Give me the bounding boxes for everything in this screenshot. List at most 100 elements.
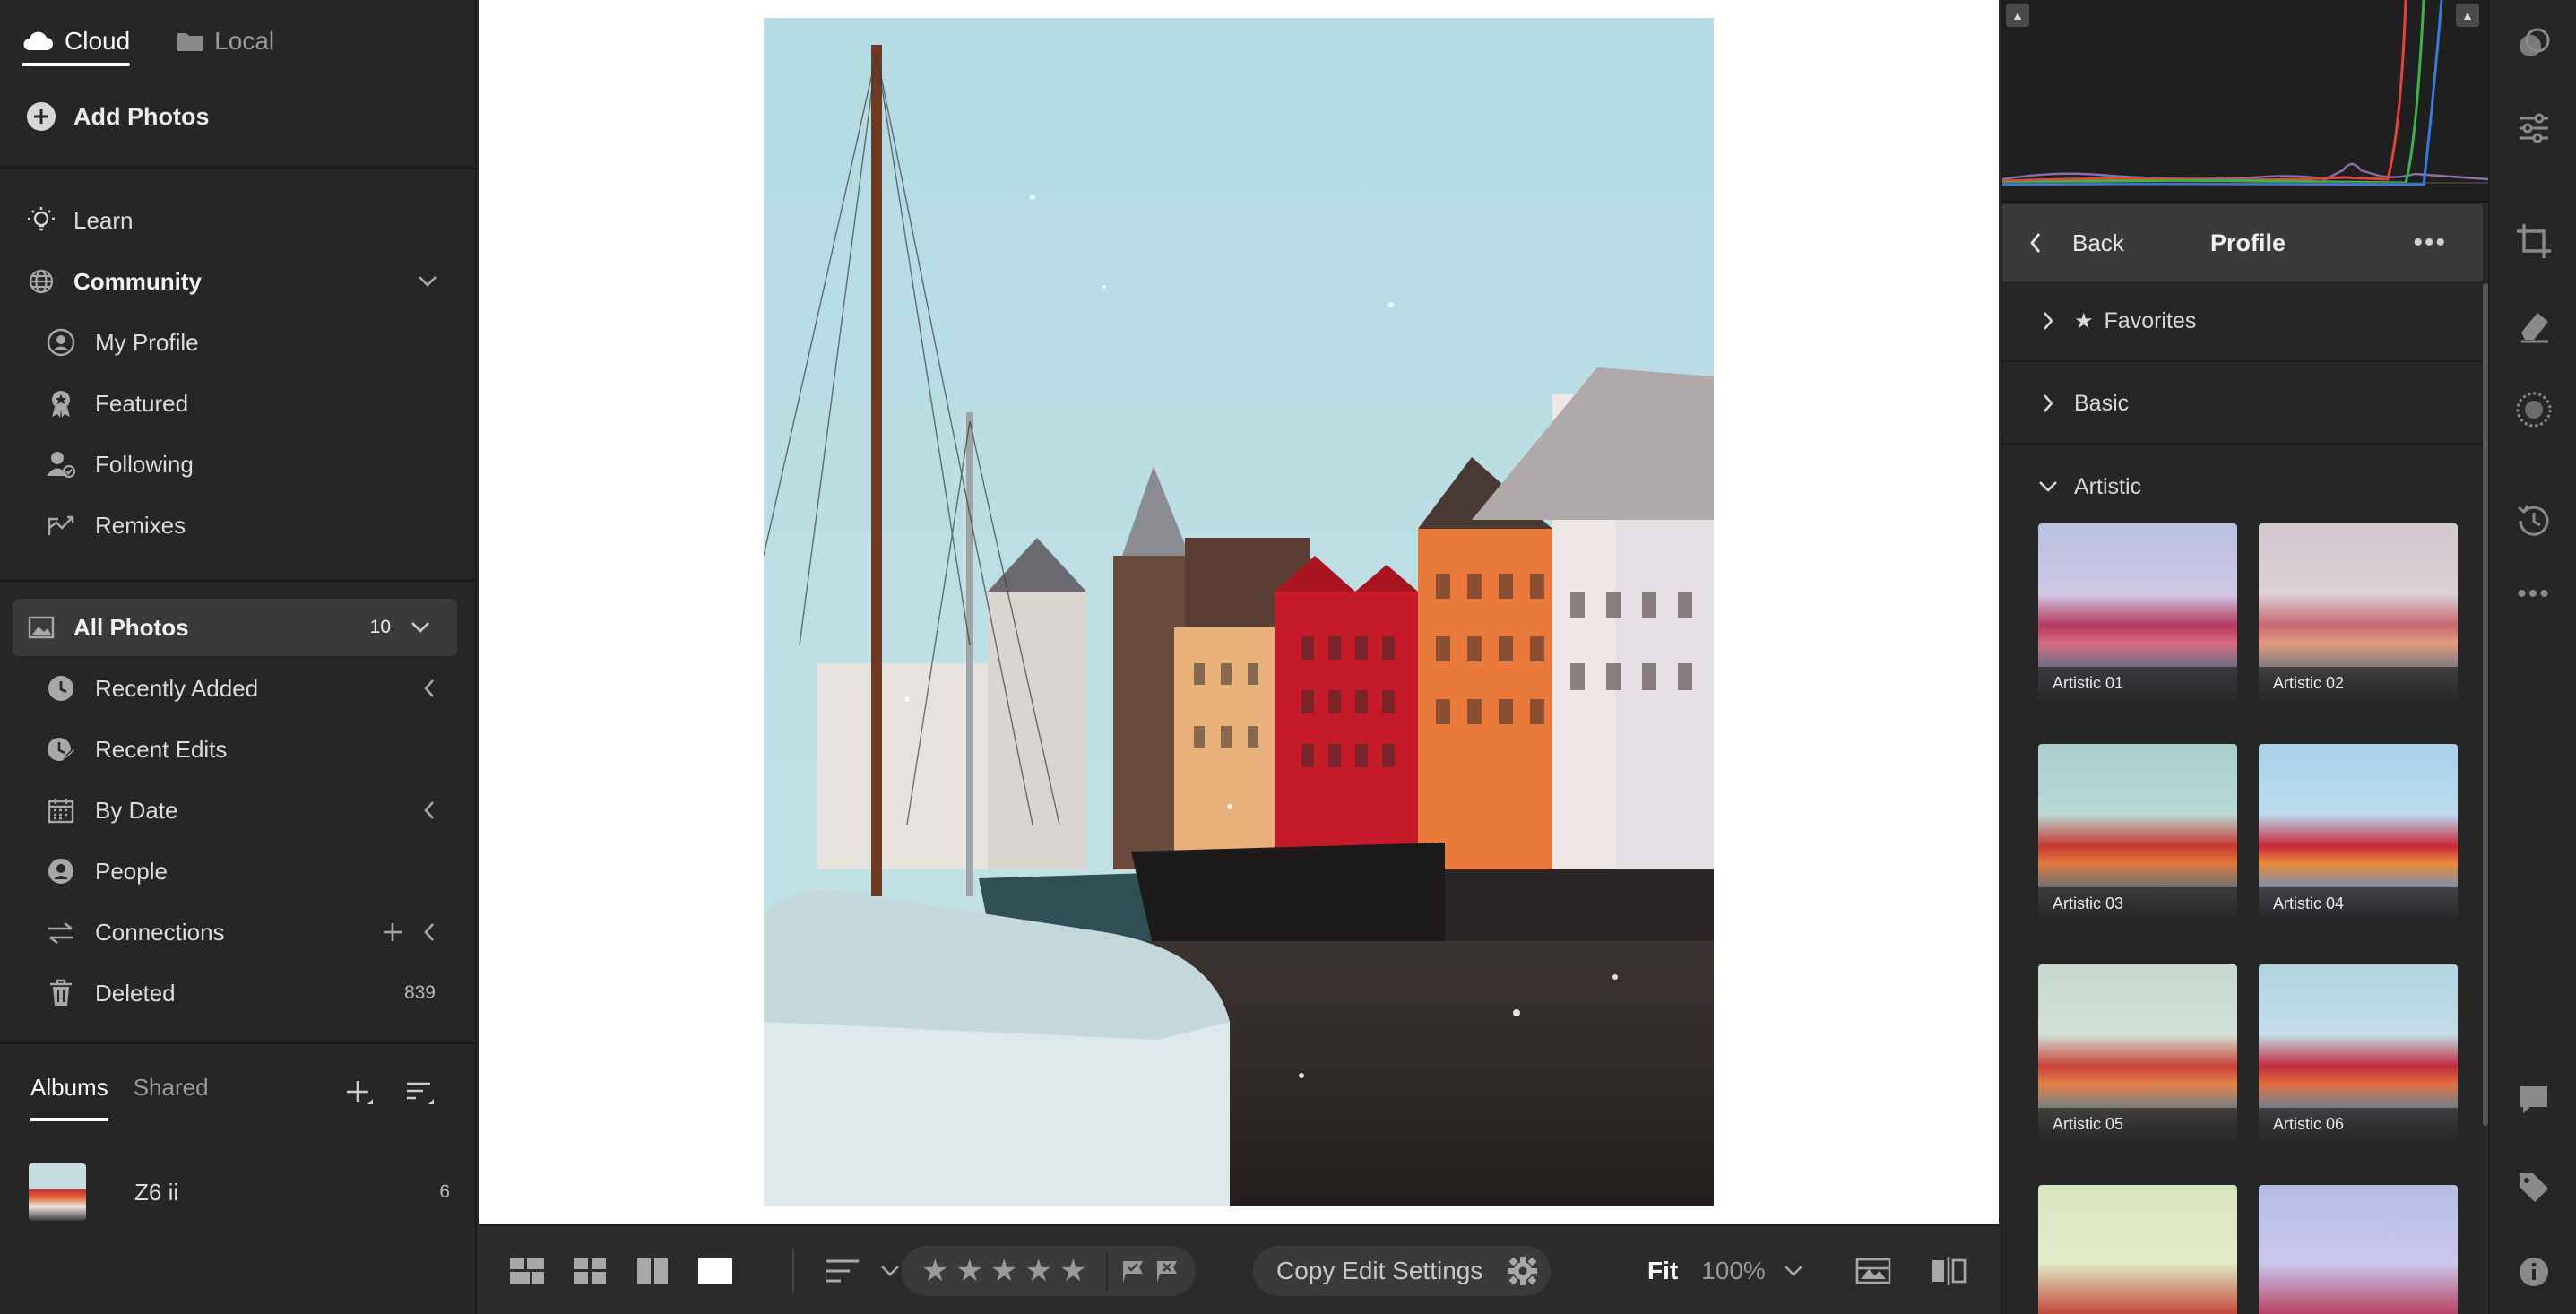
square-grid-icon[interactable]: [572, 1258, 608, 1284]
sidebar-item-label: People: [95, 857, 168, 885]
history-icon: [2518, 505, 2549, 536]
crop-icon: [2517, 224, 2551, 258]
sidebar-item-connections[interactable]: Connections: [0, 903, 475, 961]
compare-view-icon[interactable]: [635, 1258, 670, 1284]
add-circle-icon: [27, 102, 56, 131]
highlight-clipping-toggle[interactable]: ▲: [2456, 4, 2479, 27]
masking-tool[interactable]: [2490, 378, 2576, 441]
gear-icon[interactable]: [1508, 1256, 1538, 1286]
comment-icon: [2520, 1086, 2547, 1113]
sidebar-item-community[interactable]: Community: [0, 253, 475, 310]
zoom-fit-button[interactable]: Fit: [1647, 1257, 1678, 1285]
albums-tabs: Albums Shared: [30, 1074, 209, 1121]
globe-icon: [25, 265, 57, 298]
detail-view-icon[interactable]: [697, 1258, 733, 1284]
shadow-clipping-toggle[interactable]: ▲: [2006, 4, 2029, 27]
sidebar-item-label: All Photos: [73, 613, 189, 641]
reject-flag-icon[interactable]: [1154, 1258, 1180, 1284]
preset-artistic-04[interactable]: Artistic 04: [2259, 744, 2458, 920]
photo-grid-icon[interactable]: [509, 1258, 545, 1284]
sidebar-item-label: Following: [95, 450, 194, 478]
history-tool[interactable]: [2490, 489, 2576, 552]
comments-tool[interactable]: [2490, 1068, 2576, 1131]
back-label: Back: [2072, 229, 2124, 256]
profile-group-favorites[interactable]: ★ Favorites: [2002, 281, 2483, 362]
star-2[interactable]: ★: [955, 1253, 982, 1289]
chevron-down-icon[interactable]: [418, 275, 437, 288]
view-tools-group: [1855, 1226, 1967, 1314]
sidebar-item-label: Recently Added: [95, 674, 259, 702]
view-mode-group: [509, 1226, 733, 1314]
profile-icon: [45, 326, 77, 359]
preset-artistic-06[interactable]: Artistic 06: [2259, 964, 2458, 1140]
sidebar-item-deleted[interactable]: Deleted 839: [0, 964, 475, 1022]
show-original-icon[interactable]: [1855, 1258, 1891, 1284]
profile-group-basic[interactable]: Basic: [2002, 364, 2483, 445]
healing-tool[interactable]: [2490, 294, 2576, 357]
copy-edit-settings-button[interactable]: Copy Edit Settings: [1276, 1257, 1482, 1285]
lightbulb-icon: [25, 204, 57, 237]
edit-tool[interactable]: [2490, 97, 2576, 160]
chevron-left-icon[interactable]: [423, 922, 436, 942]
info-tool[interactable]: [2490, 1241, 2576, 1303]
add-album-icon[interactable]: [346, 1079, 375, 1108]
presets-tool[interactable]: [2490, 13, 2576, 75]
chevron-left-icon: [2030, 233, 2041, 253]
chevron-left-icon[interactable]: [423, 679, 436, 698]
star-1[interactable]: ★: [921, 1253, 948, 1289]
star-4[interactable]: ★: [1024, 1253, 1051, 1289]
sort-icon[interactable]: [405, 1079, 436, 1108]
sidebar-item-label: Deleted: [95, 979, 176, 1007]
chevron-down-icon[interactable]: [880, 1265, 900, 1277]
sort-icon[interactable]: [825, 1258, 860, 1284]
before-after-icon[interactable]: [1931, 1256, 1967, 1286]
star-3[interactable]: ★: [990, 1253, 1017, 1289]
chevron-down-icon[interactable]: [1784, 1265, 1803, 1277]
zoom-level[interactable]: 100%: [1701, 1257, 1766, 1285]
add-connection-icon[interactable]: [382, 921, 403, 943]
keywords-tool[interactable]: [2490, 1156, 2576, 1219]
sidebar-item-following[interactable]: Following: [0, 436, 475, 493]
album-thumbnail: [29, 1163, 86, 1221]
preset-artistic-01[interactable]: Artistic 01: [2038, 523, 2237, 699]
tab-albums[interactable]: Albums: [30, 1074, 108, 1121]
profile-group-artistic[interactable]: Artistic: [2002, 446, 2483, 527]
edit-panel: ▲ ▲ Back Profile ••• ★ Favorites Basic Ar…: [2001, 0, 2489, 1314]
sidebar-item-all-photos[interactable]: All Photos 10: [13, 599, 457, 656]
preset-artistic-03[interactable]: Artistic 03: [2038, 744, 2237, 920]
back-button[interactable]: Back: [2029, 229, 2124, 257]
pick-flag-icon[interactable]: [1120, 1258, 1145, 1284]
sidebar-item-recent-edits[interactable]: Recent Edits: [0, 721, 475, 778]
add-photos-label: Add Photos: [73, 102, 210, 130]
calendar-icon: [45, 794, 77, 826]
remix-icon: [45, 509, 77, 541]
sidebar-item-remixes[interactable]: Remixes: [0, 497, 475, 554]
sidebar-item-label: Remixes: [95, 511, 186, 539]
tab-cloud[interactable]: Cloud: [22, 16, 131, 66]
crop-tool[interactable]: [2490, 210, 2576, 272]
add-photos-button[interactable]: Add Photos: [27, 102, 209, 131]
preset-artistic-05[interactable]: Artistic 05: [2038, 964, 2237, 1140]
sidebar-item-people[interactable]: People: [0, 843, 475, 900]
sidebar-item-recently-added[interactable]: Recently Added: [0, 660, 475, 717]
preset-artistic-08[interactable]: [2259, 1185, 2458, 1314]
preset-artistic-07[interactable]: [2038, 1185, 2237, 1314]
sidebar-item-learn[interactable]: Learn: [0, 192, 475, 249]
tab-local[interactable]: Local: [177, 16, 274, 66]
album-item[interactable]: Z6 ii 6: [29, 1163, 450, 1221]
preset-artistic-02[interactable]: Artistic 02: [2259, 523, 2458, 699]
more-icon: •••: [2517, 579, 2551, 609]
chevron-left-icon[interactable]: [423, 800, 436, 820]
more-tools[interactable]: •••: [2490, 563, 2576, 626]
sidebar-item-by-date[interactable]: By Date: [0, 782, 475, 839]
sidebar-item-label: Connections: [95, 918, 225, 946]
sidebar-item-featured[interactable]: Featured: [0, 375, 475, 432]
zoom-group: Fit 100%: [1647, 1226, 1803, 1314]
rating-flag-group: ★ ★ ★ ★ ★: [902, 1226, 1197, 1314]
star-5[interactable]: ★: [1059, 1253, 1086, 1289]
more-options-icon[interactable]: •••: [2413, 228, 2447, 258]
photo-canvas[interactable]: [479, 0, 1999, 1224]
chevron-down-icon[interactable]: [411, 621, 430, 634]
sidebar-item-my-profile[interactable]: My Profile: [0, 314, 475, 371]
tab-shared[interactable]: Shared: [134, 1074, 209, 1121]
